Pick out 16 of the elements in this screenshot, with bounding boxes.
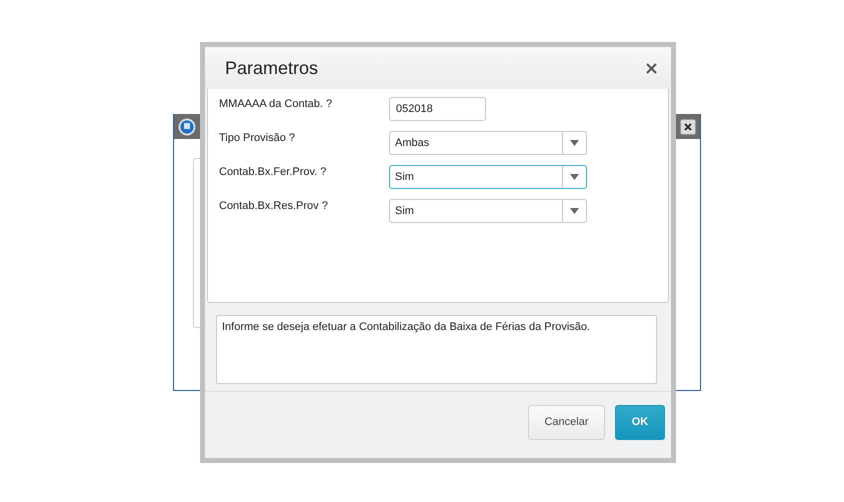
input-field[interactable]: 052018 (389, 97, 486, 121)
field-label: Contab.Bx.Fer.Prov. ? (219, 165, 328, 178)
close-icon[interactable] (680, 118, 696, 134)
dropdown-field[interactable]: Sim (389, 165, 587, 189)
app-logo-icon (178, 118, 196, 136)
cancel-button[interactable]: Cancelar (528, 404, 605, 440)
close-icon[interactable] (646, 62, 657, 74)
dialog-title: Parametros (225, 58, 318, 78)
dropdown-field[interactable]: Sim (389, 199, 587, 223)
caret-icon (570, 208, 579, 214)
help-text: Informe se deseja efetuar a Contabilização da Baixa de Férias da Provisão. (216, 315, 657, 384)
field-label: Contab.Bx.Res.Prov ? (219, 199, 329, 212)
caret-icon (570, 174, 579, 180)
field-label: Tipo Provisão ? (219, 131, 296, 144)
field-label: MMAAAA da Contab. ? (219, 97, 334, 110)
dropdown-field[interactable]: Ambas (389, 131, 587, 155)
